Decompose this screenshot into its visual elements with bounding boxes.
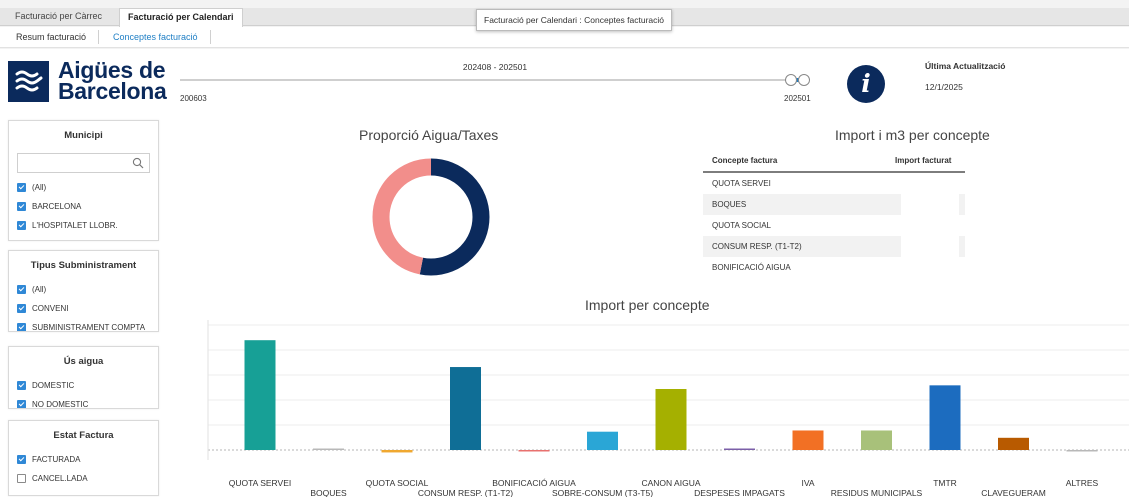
filter-tipus-subministrament: Tipus Subministrament (All) CONVENI SUBM… [8, 250, 159, 332]
tab-resum-facturacio[interactable]: Resum facturació [16, 27, 86, 47]
tab-facturacio-per-calendari[interactable]: Facturació per Calendari [119, 8, 243, 27]
filter-option-barcelona[interactable]: BARCELONA [9, 200, 158, 219]
aigua-taxes-donut-chart[interactable] [372, 158, 490, 276]
bar[interactable] [450, 367, 481, 450]
table-row[interactable]: QUOTA SERVEI [703, 173, 965, 194]
bar-chart-title: Import per concepte [585, 297, 710, 313]
filter-option-cancelada[interactable]: CANCEL.LADA [9, 472, 158, 491]
filter-option-conveni[interactable]: CONVENI [9, 302, 158, 321]
period-range-label: 202408 - 202501 [462, 62, 528, 72]
x-tick-label: TMTR [933, 478, 957, 488]
filter-title: Ús aigua [63, 356, 104, 367]
logo-line-2: Barcelona [58, 78, 167, 104]
donut-title: Proporció Aigua/Taxes [359, 127, 499, 143]
period-slider-start-handle[interactable] [785, 74, 797, 86]
tab-divider [210, 30, 211, 44]
import-per-concepte-bar-chart: QUOTA SERVEI BOQUES QUOTA SOCIALCONSUM RES… [207, 320, 1129, 497]
filter-us-aigua: Ús aigua DOMESTIC NO DOMESTIC [8, 346, 159, 409]
filter-title: Municipi [64, 130, 103, 141]
logo-wordmark: Aigües de Barcelona [58, 59, 167, 104]
column-header-import[interactable]: Import facturat [895, 151, 951, 171]
filter-title: Tipus Subministrament [30, 260, 137, 271]
filter-estat-factura: Estat Factura FACTURADA CANCEL.LADA [8, 420, 159, 496]
x-tick-label: BOQUES [310, 488, 347, 497]
bar[interactable] [313, 448, 344, 451]
x-tick-label: CLAVEGUERAM [981, 488, 1046, 497]
period-max-label: 202501 [784, 94, 811, 103]
filter-option-all[interactable]: (All) [9, 283, 158, 302]
checkbox-checked-icon [17, 400, 26, 408]
period-slider-track[interactable] [180, 79, 808, 81]
filter-option-hospitalet[interactable]: L'HOSPITALET LLOBR. [9, 219, 158, 238]
filter-option-domestic[interactable]: DOMESTIC [9, 379, 158, 398]
checkbox-checked-icon [17, 285, 26, 294]
checkbox-unchecked-icon [17, 474, 26, 483]
tab-tooltip: Facturació per Calendari : Conceptes fac… [476, 9, 673, 31]
table-title: Import i m3 per concepte [835, 127, 990, 143]
municipi-search-input[interactable] [17, 153, 150, 173]
info-icon[interactable]: i [847, 65, 885, 103]
filter-municipi: Municipi (All) BARCELONA L'HOSPITALET LL… [8, 120, 159, 241]
logo-mark-icon [8, 61, 49, 102]
table-row[interactable]: BOQUES [703, 194, 965, 215]
import-concepte-table: Concepte factura Import facturat QUOTA S… [703, 151, 965, 279]
tab-divider [98, 30, 99, 44]
bar[interactable] [792, 430, 824, 450]
checkbox-checked-icon [17, 221, 26, 230]
bar[interactable] [724, 448, 755, 451]
bar[interactable] [244, 340, 276, 450]
bar[interactable] [929, 385, 961, 450]
x-tick-label: IVA [801, 478, 814, 488]
x-tick-label: CONSUM RESP. (T1-T2) [418, 488, 513, 497]
filter-option-subministrament-compta[interactable]: SUBMINISTRAMENT COMPTA [9, 321, 158, 331]
checkbox-checked-icon [17, 304, 26, 313]
checkbox-checked-icon [17, 323, 26, 331]
x-tick-label: CANON AIGUA [641, 478, 700, 488]
table-row[interactable]: BONIFICACIÓ AIGUA [703, 257, 965, 278]
checkbox-checked-icon [17, 455, 26, 464]
last-update-title: Última Actualització [925, 61, 1006, 71]
period-slider-end-handle[interactable] [798, 74, 810, 86]
x-tick-label: DESPESES IMPAGATS [694, 488, 785, 497]
x-tick-label: SOBRE-CONSUM (T3-T5) [552, 488, 653, 497]
table-row[interactable]: QUOTA SOCIAL [703, 215, 965, 236]
bar[interactable] [655, 389, 687, 450]
checkbox-checked-icon [17, 202, 26, 211]
search-icon [132, 157, 144, 169]
x-tick-label: ALTRES [1066, 478, 1099, 488]
x-tick-label: BONIFICACIÓ AIGUA [492, 478, 576, 488]
column-header-concepte[interactable]: Concepte factura [712, 151, 777, 171]
aigues-de-barcelona-logo: Aigües de Barcelona [8, 59, 167, 105]
tab-facturacio-per-carrec[interactable]: Facturació per Càrrec [7, 8, 110, 26]
bar[interactable] [998, 437, 1029, 450]
x-tick-label: QUOTA SERVEI [229, 478, 292, 488]
period-min-label: 200603 [180, 94, 207, 103]
bar[interactable] [518, 450, 550, 452]
table-row[interactable]: CONSUM RESP. (T1-T2) [703, 236, 965, 257]
filter-option-all[interactable]: (All) [9, 181, 158, 200]
tab-conceptes-facturacio[interactable]: Conceptes facturació [113, 27, 198, 47]
bar[interactable] [381, 450, 413, 453]
filter-title: Estat Factura [53, 430, 114, 441]
filter-option-no-domestic[interactable]: NO DOMESTIC [9, 398, 158, 408]
bar[interactable] [861, 430, 892, 450]
x-tick-label: QUOTA SOCIAL [366, 478, 429, 488]
checkbox-checked-icon [17, 381, 26, 390]
x-tick-label: RESIDUS MUNICIPALS [831, 488, 923, 497]
checkbox-checked-icon [17, 183, 26, 192]
last-update-date: 12/1/2025 [925, 82, 963, 92]
bar[interactable] [587, 431, 618, 450]
filter-option-facturada[interactable]: FACTURADA [9, 453, 158, 472]
bar[interactable] [1066, 450, 1098, 452]
